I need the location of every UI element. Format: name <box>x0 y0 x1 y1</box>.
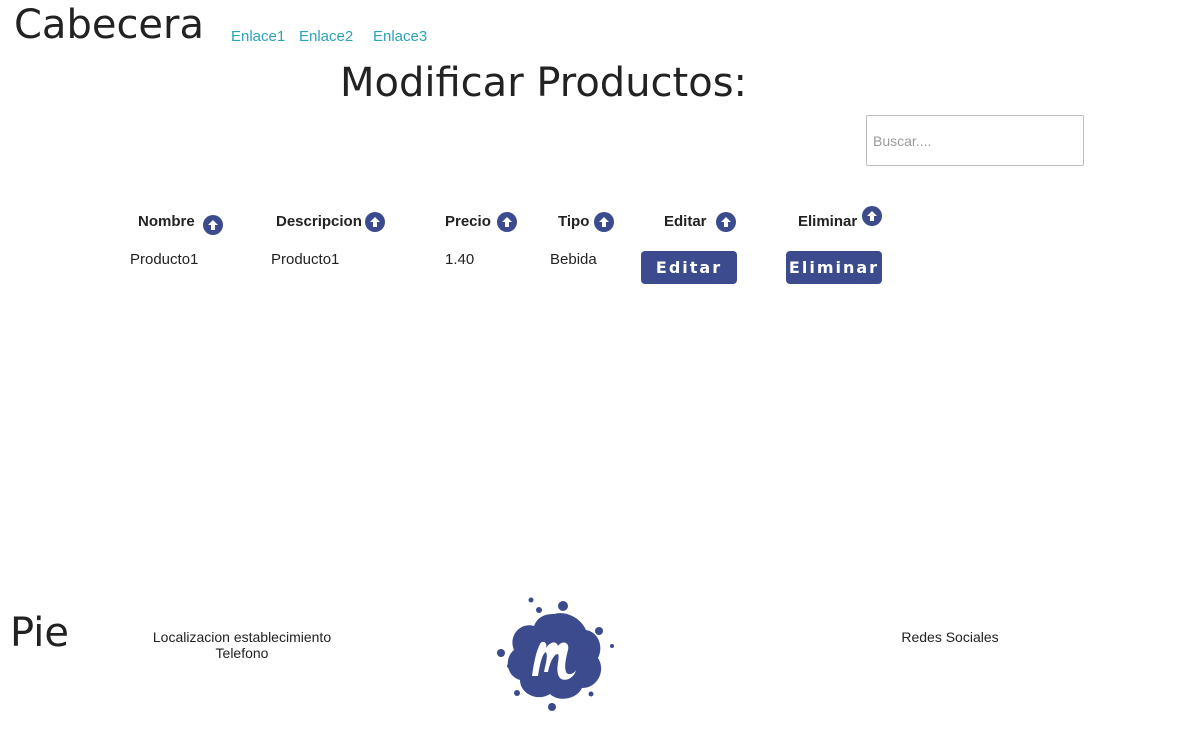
nav-link-2[interactable]: Enlace2 <box>299 28 353 45</box>
page-title: Modificar Productos: <box>340 60 748 106</box>
column-header-editar: Editar <box>664 213 707 230</box>
header-title: Cabecera <box>14 2 204 48</box>
cell-tipo: Bebida <box>550 251 597 268</box>
sort-arrow-up-icon[interactable] <box>203 215 223 235</box>
footer-social-networks: Redes Sociales <box>901 629 999 645</box>
footer-location: Localizacion establecimiento <box>152 629 332 645</box>
footer-contact-info: Localizacion establecimiento Telefono <box>132 629 352 661</box>
column-header-nombre: Nombre <box>138 213 195 230</box>
meetup-logo-icon <box>497 597 614 711</box>
sort-arrow-up-icon[interactable] <box>862 206 882 226</box>
footer-title: Pie <box>10 610 69 656</box>
search-input[interactable] <box>866 115 1084 166</box>
sort-arrow-up-icon[interactable] <box>497 212 517 232</box>
cell-nombre: Producto1 <box>130 251 199 268</box>
cell-descripcion: Producto1 <box>271 251 340 268</box>
nav-link-3[interactable]: Enlace3 <box>373 28 427 45</box>
column-header-eliminar: Eliminar <box>798 213 858 230</box>
delete-button[interactable]: Eliminar <box>786 251 882 284</box>
column-header-descripcion: Descripcion <box>276 213 362 230</box>
sort-arrow-up-icon[interactable] <box>365 212 385 232</box>
column-header-tipo: Tipo <box>558 213 590 230</box>
edit-button[interactable]: Editar <box>641 251 737 284</box>
cell-precio: 1.40 <box>445 251 475 268</box>
nav-link-1[interactable]: Enlace1 <box>231 28 285 45</box>
sort-arrow-up-icon[interactable] <box>716 212 736 232</box>
sort-arrow-up-icon[interactable] <box>594 212 614 232</box>
column-header-precio: Precio <box>445 213 491 230</box>
footer-phone: Telefono <box>215 645 269 661</box>
